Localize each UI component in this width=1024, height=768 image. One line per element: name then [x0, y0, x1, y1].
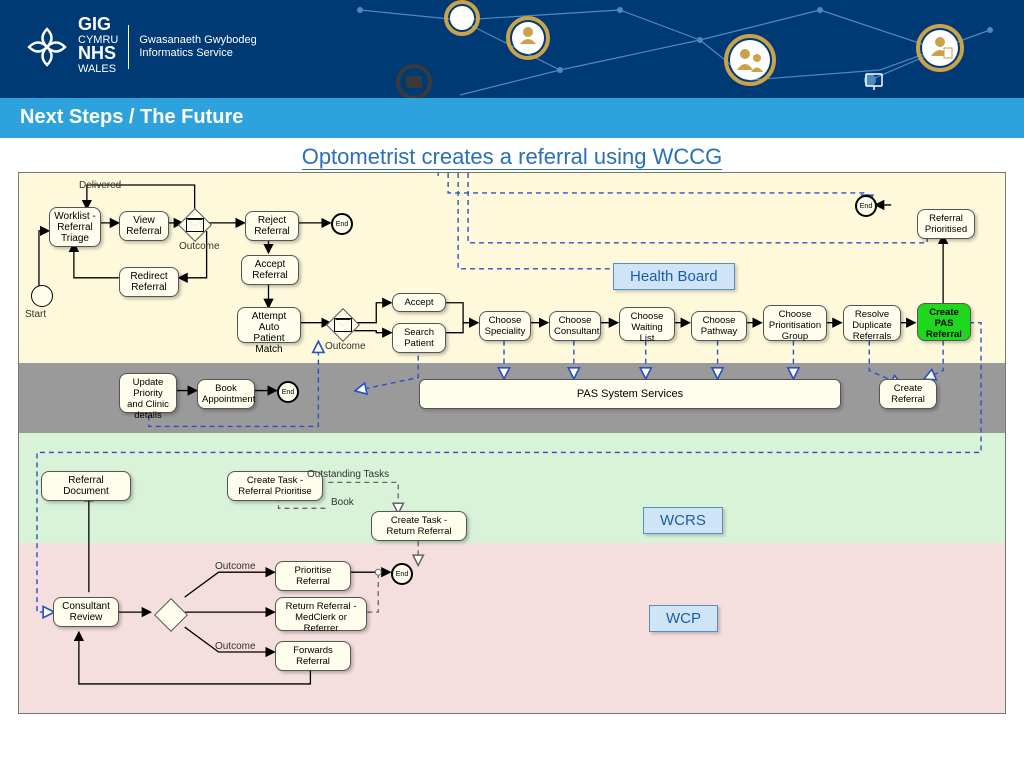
gateway-outcome-2	[326, 308, 360, 342]
node-worklist: Worklist - Referral Triage	[49, 207, 101, 247]
end-label-top: End	[860, 203, 872, 210]
end-label-2: End	[282, 389, 294, 396]
connectors-layer	[19, 173, 1005, 712]
badge-wcp: WCP	[649, 605, 718, 632]
node-search-patient: Search Patient	[392, 323, 446, 353]
node-referral-prioritised: Referral Prioritised	[917, 209, 975, 239]
end-event-top: End	[855, 195, 877, 217]
node-create-referral: Create Referral	[879, 379, 937, 409]
slide-page: GIG CYMRU NHS WALES Gwasanaeth Gwybodeg …	[0, 0, 1024, 768]
logo-gig: GIG	[78, 14, 111, 34]
node-choose-prioritisation-group: Choose Prioritisation Group	[763, 305, 827, 341]
label-outcome-1: Outcome	[179, 241, 220, 252]
node-pas-services: PAS System Services	[419, 379, 841, 409]
node-redirect-referral: Redirect Referral	[119, 267, 179, 297]
label-outcome-3: Outcome	[215, 561, 256, 572]
node-reject-referral: Reject Referral	[245, 211, 299, 241]
slide-title: Next Steps / The Future	[20, 106, 243, 128]
node-choose-waiting-list: Choose Waiting List	[619, 307, 675, 341]
node-choose-speciality: Choose Speciality	[479, 311, 531, 341]
logo-wales: WALES	[78, 63, 116, 75]
node-choose-pathway: Choose Pathway	[691, 311, 747, 341]
service-cy: Gwasanaeth Gwybodeg	[139, 34, 256, 46]
label-outcome-2: Outcome	[325, 341, 366, 352]
slide-titlebar: Next Steps / The Future	[0, 98, 1024, 138]
label-book: Book	[331, 497, 354, 508]
node-book-appointment: Book Appointment	[197, 379, 255, 409]
end-event-3: End	[391, 563, 413, 585]
nhs-wales-logo: GIG CYMRU NHS WALES Gwasanaeth Gwybodeg …	[26, 18, 257, 76]
header-banner: GIG CYMRU NHS WALES Gwasanaeth Gwybodeg …	[0, 0, 1024, 98]
label-start: Start	[25, 309, 46, 320]
node-accept: Accept	[392, 293, 446, 312]
node-resolve-duplicate: Resolve Duplicate Referrals	[843, 305, 901, 341]
node-prioritise-referral: Prioritise Referral	[275, 561, 351, 591]
logo-text-right: Gwasanaeth Gwybodeg Informatics Service	[139, 34, 256, 60]
node-choose-consultant: Choose Consultant	[549, 311, 601, 341]
label-outstanding-tasks: Outstanding Tasks	[307, 469, 389, 480]
end-event-1: End	[331, 213, 353, 235]
badge-health-board: Health Board	[613, 263, 735, 290]
node-task-return: Create Task - Return Referral	[371, 511, 467, 541]
swimlane-container: Delivered Start Worklist - Referral Tria…	[18, 172, 1006, 714]
logo-divider	[128, 25, 129, 69]
service-en: Informatics Service	[139, 47, 233, 59]
node-create-pas-referral: Create PAS Referral	[917, 303, 971, 341]
gateway-outcome-1	[178, 208, 212, 242]
node-accept-referral: Accept Referral	[241, 255, 299, 285]
node-update-priority: Update Priority and Clinic details	[119, 373, 177, 413]
node-return-referral: Return Referral - MedClerk or Referrer	[275, 597, 367, 631]
diagram-title: Optometrist creates a referral using WCC…	[302, 144, 723, 170]
node-referral-document: Referral Document	[41, 471, 131, 501]
end-label-3: End	[396, 571, 408, 578]
diagram-title-row: Optometrist creates a referral using WCC…	[0, 138, 1024, 172]
node-forwards-referral: Forwards Referral	[275, 641, 351, 671]
badge-wcrs: WCRS	[643, 507, 723, 534]
start-event	[31, 285, 53, 307]
node-view-referral: View Referral	[119, 211, 169, 241]
end-event-2: End	[277, 381, 299, 403]
label-outcome-4: Outcome	[215, 641, 256, 652]
logo-nhs: NHS	[78, 43, 116, 63]
label-delivered: Delivered	[79, 180, 121, 191]
end-label-1: End	[336, 221, 348, 228]
logo-mark-icon	[26, 26, 68, 68]
node-attempt-match: Attempt Auto Patient Match	[237, 307, 301, 343]
node-consultant-review: Consultant Review	[53, 597, 119, 627]
logo-text-left: GIG CYMRU NHS WALES	[78, 18, 118, 76]
